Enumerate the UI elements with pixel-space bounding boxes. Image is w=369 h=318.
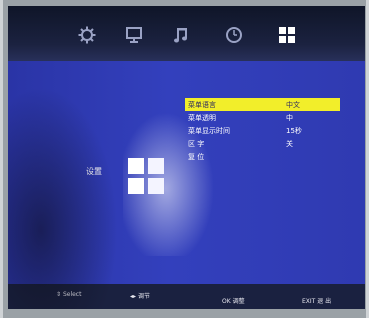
top-navigation-bar	[8, 6, 365, 61]
menu-item-value: 15秒	[286, 126, 302, 135]
up-down-arrow-icon: ⇕	[56, 291, 62, 298]
menu-item-transparency[interactable]: 菜单透明 中	[185, 111, 340, 124]
gear-icon[interactable]	[76, 24, 98, 46]
menu-item-label: 菜单显示时间	[188, 126, 230, 135]
music-note-icon[interactable]	[171, 24, 193, 46]
adjust-hint: ◂▸ 调节	[130, 293, 150, 300]
menu-item-subtitle[interactable]: 区 字 关	[185, 137, 340, 150]
settings-menu: 菜单语言 中文 菜单透明 中 菜单显示时间 15秒 区 字 关 复 位	[185, 98, 340, 163]
exit-hint: EXIT 退 出	[302, 298, 332, 305]
left-right-arrow-icon: ◂▸	[130, 293, 137, 300]
menu-item-value: 中文	[286, 100, 300, 109]
menu-item-label: 菜单语言	[188, 100, 216, 109]
grid-icon[interactable]	[276, 24, 298, 46]
menu-item-language[interactable]: 菜单语言 中文	[185, 98, 340, 111]
section-label: 设置	[86, 167, 102, 176]
menu-item-label: 菜单透明	[188, 113, 216, 122]
ok-hint: OK 调整	[222, 298, 245, 305]
menu-item-value: 关	[286, 139, 293, 148]
tv-bezel: 设置 菜单语言 中文 菜单透明 中 菜单显示时间 15秒 区 字 关 复 位 ⇕…	[3, 0, 366, 318]
menu-item-label: 区 字	[188, 139, 205, 148]
menu-item-value: 中	[286, 113, 293, 122]
settings-panel: 设置 菜单语言 中文 菜单透明 中 菜单显示时间 15秒 区 字 关 复 位	[8, 61, 365, 289]
menu-item-display-time[interactable]: 菜单显示时间 15秒	[185, 124, 340, 137]
tv-screen: 设置 菜单语言 中文 菜单透明 中 菜单显示时间 15秒 区 字 关 复 位 ⇕…	[8, 6, 365, 309]
monitor-icon[interactable]	[123, 24, 145, 46]
menu-item-reset[interactable]: 复 位	[185, 150, 340, 163]
clock-icon[interactable]	[223, 24, 245, 46]
settings-grid-icon	[126, 156, 166, 196]
select-hint: ⇕ Select	[56, 291, 82, 298]
hint-bar: ⇕ Select ◂▸ 调节 OK 调整 EXIT 退 出	[8, 284, 365, 309]
menu-item-label: 复 位	[188, 152, 205, 161]
